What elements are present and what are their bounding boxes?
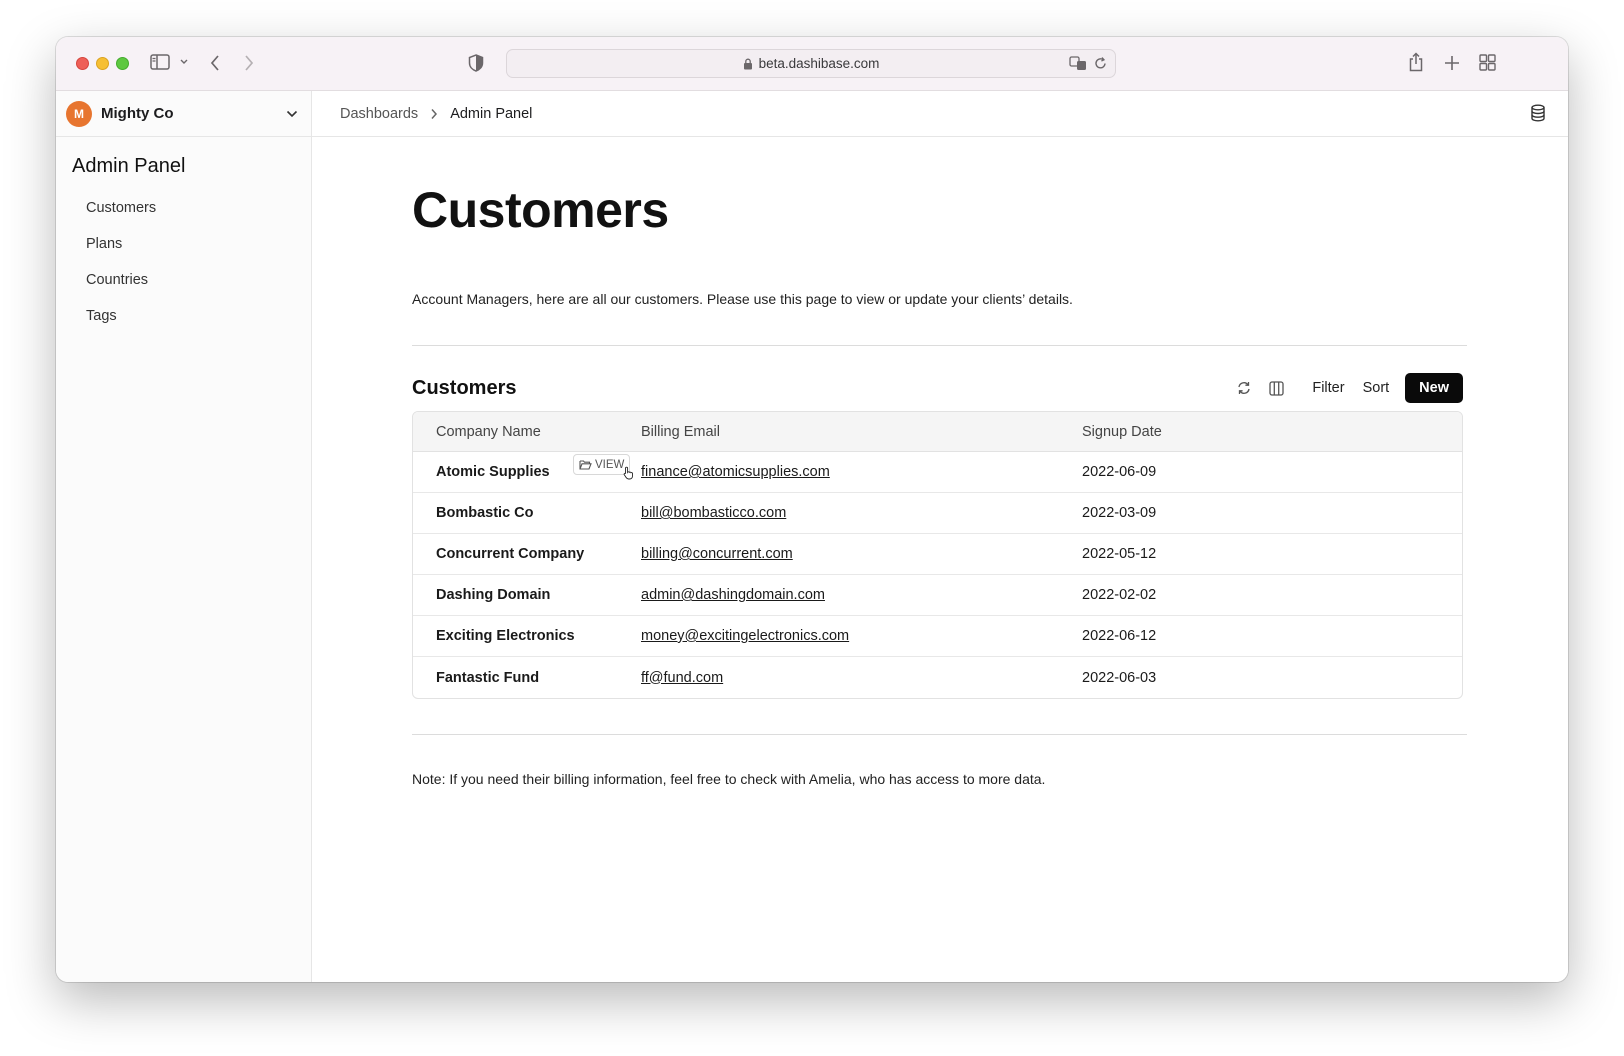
lock-icon [743,58,753,70]
table-row[interactable]: Atomic Supplies VIEW finance@atomicsuppl… [413,452,1462,493]
divider [412,734,1467,735]
signup-date: 2022-06-12 [1082,628,1157,644]
signup-date: 2022-03-09 [1082,505,1157,521]
signup-date: 2022-05-12 [1082,546,1157,562]
signup-date: 2022-06-09 [1082,464,1157,480]
sidebar-item-countries[interactable]: Countries [56,262,311,298]
workspace-switcher[interactable]: M Mighty Co [56,91,311,137]
breadcrumb-current: Admin Panel [450,105,533,122]
workspace-name: Mighty Co [101,105,174,122]
sidebar-nav: Customers Plans Countries Tags [56,190,311,334]
table-header-row: Company Name Billing Email Signup Date [413,412,1462,452]
page-content: Customers Account Managers, here are all… [412,137,1467,787]
page-description: Account Managers, here are all our custo… [412,291,1073,307]
column-header-company[interactable]: Company Name [413,424,641,440]
address-bar[interactable]: beta.dashibase.com [506,49,1116,78]
browser-toolbar: beta.dashibase.com [56,37,1568,91]
reload-icon[interactable] [1094,56,1107,70]
close-window-button[interactable] [76,57,89,70]
sidebar-item-plans[interactable]: Plans [56,226,311,262]
table-row[interactable]: Exciting Electronics money@excitingelect… [413,616,1462,657]
refresh-icon[interactable] [1237,381,1251,395]
table-row[interactable]: Dashing Domain admin@dashingdomain.com 2… [413,575,1462,616]
company-name: Dashing Domain [436,587,551,603]
columns-icon[interactable] [1269,380,1284,396]
page-title: Customers [412,182,669,238]
minimize-window-button[interactable] [96,57,109,70]
chevron-down-icon[interactable] [179,58,189,66]
table-toolbar: Filter Sort New [1237,373,1467,403]
company-name: Concurrent Company [436,546,585,562]
url-text: beta.dashibase.com [758,56,880,71]
breadcrumb-dashboards[interactable]: Dashboards [340,106,418,122]
translate-icon[interactable] [1069,55,1087,71]
sidebar-item-customers[interactable]: Customers [56,190,311,226]
divider [412,345,1467,346]
chevron-right-icon [430,108,438,120]
billing-email-link[interactable]: ff@fund.com [641,670,723,686]
signup-date: 2022-02-02 [1082,587,1157,603]
forward-arrow-icon[interactable] [243,54,255,72]
company-name: Exciting Electronics [436,628,575,644]
panel-title: Admin Panel [72,155,186,177]
folder-open-icon [579,459,592,470]
privacy-shield-icon[interactable] [468,54,484,72]
view-record-button[interactable]: VIEW [573,454,631,475]
back-arrow-icon[interactable] [209,54,221,72]
column-header-email[interactable]: Billing Email [641,424,1082,440]
sidebar: M Mighty Co Admin Panel Customers Plans … [56,91,312,982]
page-note: Note: If you need their billing informat… [412,771,1046,787]
table-row[interactable]: Fantastic Fund ff@fund.com 2022-06-03 [413,657,1462,698]
table-header-bar: Customers Filter Sort New [412,373,1467,403]
chevron-down-icon[interactable] [286,110,298,118]
sidebar-item-tags[interactable]: Tags [56,298,311,334]
billing-email-link[interactable]: billing@concurrent.com [641,546,793,562]
sidebar-toggle-icon[interactable] [150,54,170,70]
sort-button[interactable]: Sort [1363,380,1390,396]
company-name: Atomic Supplies [436,464,550,480]
new-tab-icon[interactable] [1444,55,1460,71]
tab-overview-icon[interactable] [1479,54,1496,71]
company-name: Fantastic Fund [436,669,540,686]
table-row[interactable]: Bombastic Co bill@bombasticco.com 2022-0… [413,493,1462,534]
column-header-signup-date[interactable]: Signup Date [1082,424,1462,440]
billing-email-link[interactable]: finance@atomicsupplies.com [641,464,830,480]
share-icon[interactable] [1408,52,1424,72]
billing-email-link[interactable]: bill@bombasticco.com [641,505,786,521]
view-label: VIEW [595,458,625,471]
pointer-cursor-icon [623,466,635,484]
database-icon[interactable] [1530,104,1546,126]
breadcrumb: Dashboards Admin Panel [312,91,1568,137]
table-title: Customers [412,376,517,399]
browser-window: beta.dashibase.com M Mighty Co Admin Pan… [56,37,1568,982]
billing-email-link[interactable]: admin@dashingdomain.com [641,587,825,603]
customers-table: Company Name Billing Email Signup Date A… [412,411,1463,699]
workspace-avatar: M [66,100,92,127]
company-name: Bombastic Co [436,505,534,521]
table-row[interactable]: Concurrent Company billing@concurrent.co… [413,534,1462,575]
signup-date: 2022-06-03 [1082,669,1157,686]
filter-button[interactable]: Filter [1312,380,1344,396]
new-record-button[interactable]: New [1405,373,1463,403]
zoom-window-button[interactable] [116,57,129,70]
main-content: Dashboards Admin Panel Customers Account… [312,91,1568,982]
billing-email-link[interactable]: money@excitingelectronics.com [641,628,849,644]
